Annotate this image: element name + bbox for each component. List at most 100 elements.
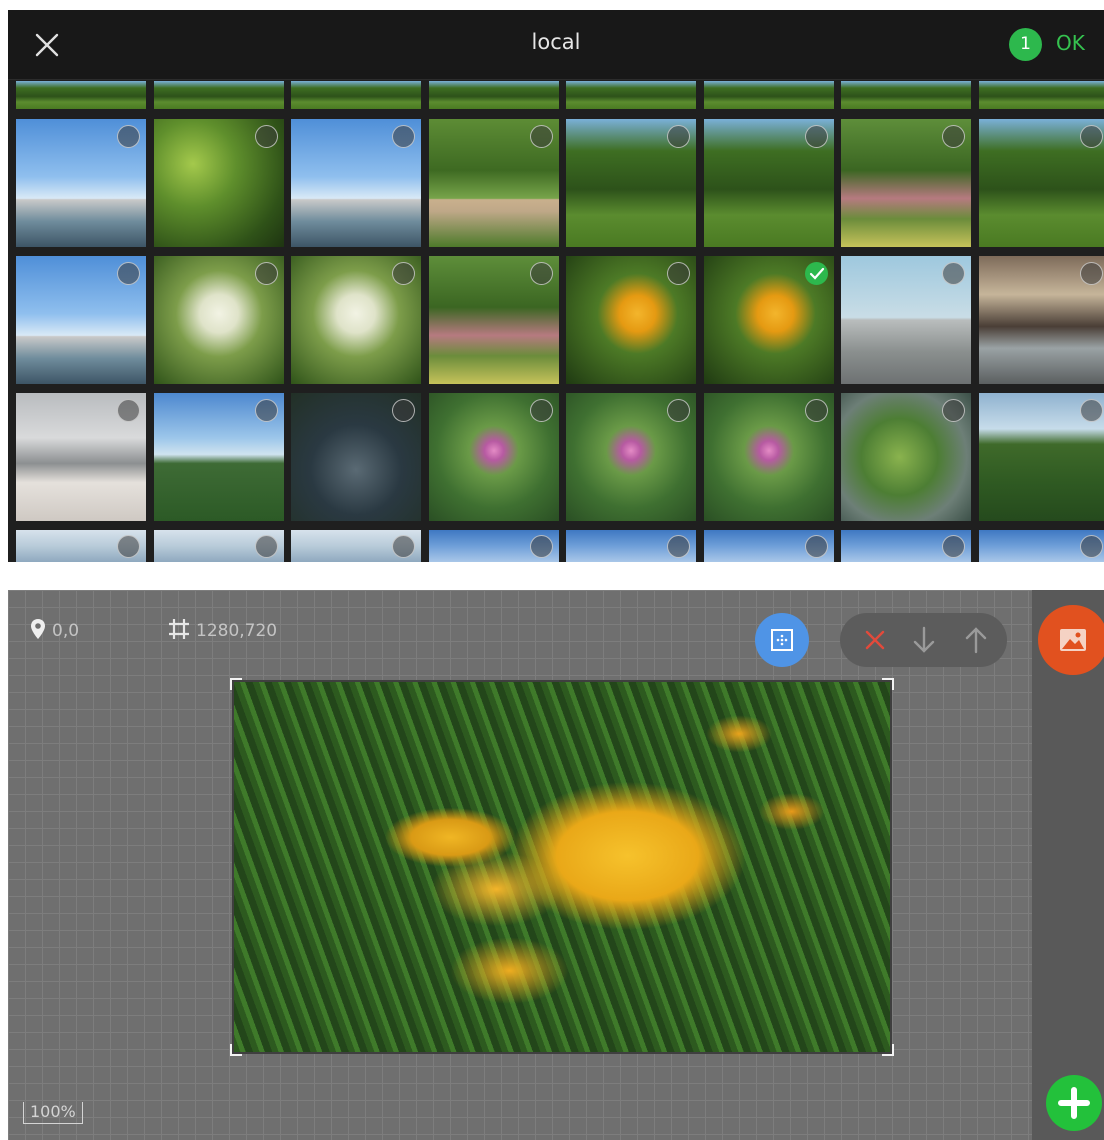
photo-thumbnail[interactable]	[428, 119, 559, 247]
move-down-icon	[913, 626, 935, 653]
add-icon	[1058, 1087, 1090, 1119]
resize-handle-bottom-right[interactable]	[882, 1044, 894, 1056]
select-circle[interactable]	[942, 535, 965, 558]
layer-actions	[840, 613, 1007, 667]
photo-thumbnail[interactable]	[841, 256, 971, 384]
selected-check-icon[interactable]	[804, 262, 828, 285]
move-up-button[interactable]	[959, 623, 993, 657]
photo-thumbnail[interactable]	[841, 119, 971, 247]
photo-thumbnail[interactable]	[428, 393, 559, 521]
select-circle[interactable]	[117, 125, 140, 148]
photo-thumbnail[interactable]	[703, 256, 834, 384]
photo-thumbnail[interactable]	[16, 256, 146, 384]
select-circle[interactable]	[1079, 125, 1103, 148]
photo-thumbnail[interactable]	[16, 119, 146, 247]
select-circle[interactable]	[804, 535, 828, 558]
select-circle[interactable]	[804, 125, 828, 148]
select-circle[interactable]	[529, 125, 553, 148]
delete-button[interactable]	[858, 623, 892, 657]
photo-thumbnail[interactable]	[566, 256, 696, 384]
photo-thumbnail[interactable]	[153, 530, 284, 562]
crop-icon	[169, 619, 189, 639]
photo-thumbnail[interactable]	[428, 530, 559, 562]
location-pin-icon	[31, 619, 45, 639]
select-circle[interactable]	[254, 399, 278, 422]
resize-handle-top-right[interactable]	[882, 678, 894, 690]
select-circle[interactable]	[1079, 535, 1103, 558]
select-circle[interactable]	[254, 125, 278, 148]
select-circle[interactable]	[529, 535, 553, 558]
resize-handle-top-left[interactable]	[230, 678, 242, 690]
photo-thumbnail[interactable]	[153, 256, 284, 384]
photo-thumbnail-partial[interactable]	[428, 81, 559, 109]
select-circle[interactable]	[254, 262, 278, 285]
size-readout: 1280,720	[168, 618, 277, 641]
ok-button[interactable]: OK	[1056, 31, 1085, 55]
select-circle[interactable]	[392, 125, 415, 148]
select-circle[interactable]	[804, 399, 828, 422]
photo-thumbnail[interactable]	[841, 530, 971, 562]
photo-thumbnail[interactable]	[566, 119, 696, 247]
photo-thumbnail[interactable]	[978, 256, 1104, 384]
size-value: 1280,720	[196, 621, 278, 641]
select-circle[interactable]	[942, 125, 965, 148]
photo-thumbnail[interactable]	[153, 119, 284, 247]
canvas-editor: 0,0 1280,720 100%	[8, 590, 1104, 1140]
frame-button[interactable]	[755, 613, 809, 667]
photo-thumbnail[interactable]	[841, 393, 971, 521]
photo-thumbnail-partial[interactable]	[566, 81, 696, 109]
select-circle[interactable]	[1079, 262, 1103, 285]
select-circle[interactable]	[667, 125, 690, 148]
select-circle[interactable]	[392, 535, 415, 558]
photo-thumbnail[interactable]	[566, 393, 696, 521]
select-circle[interactable]	[667, 535, 690, 558]
select-circle[interactable]	[942, 262, 965, 285]
photo-thumbnail-partial[interactable]	[16, 81, 146, 109]
add-button[interactable]	[1046, 1075, 1102, 1131]
image-icon	[1060, 629, 1086, 651]
photo-thumbnail[interactable]	[16, 530, 146, 562]
photo-thumbnail-partial[interactable]	[978, 81, 1104, 109]
select-circle[interactable]	[529, 399, 553, 422]
select-circle[interactable]	[529, 262, 553, 285]
photo-thumbnail[interactable]	[703, 393, 834, 521]
selected-count-badge: 1	[1009, 28, 1042, 61]
photo-thumbnail[interactable]	[703, 119, 834, 247]
frame-icon	[771, 629, 793, 651]
photo-thumbnail[interactable]	[703, 530, 834, 562]
photo-thumbnail[interactable]	[978, 119, 1104, 247]
move-up-icon	[965, 627, 987, 654]
select-circle[interactable]	[667, 262, 690, 285]
photo-thumbnail[interactable]	[978, 393, 1104, 521]
photo-thumbnail[interactable]	[291, 393, 421, 521]
select-circle[interactable]	[1079, 399, 1103, 422]
select-circle[interactable]	[667, 399, 690, 422]
photo-thumbnail[interactable]	[291, 530, 421, 562]
select-circle[interactable]	[254, 535, 278, 558]
zoom-level[interactable]: 100%	[23, 1102, 83, 1124]
photo-thumbnail-partial[interactable]	[841, 81, 971, 109]
select-circle[interactable]	[117, 399, 140, 422]
select-circle[interactable]	[392, 262, 415, 285]
photo-thumbnail[interactable]	[978, 530, 1104, 562]
delete-icon	[865, 630, 885, 650]
select-circle[interactable]	[117, 535, 140, 558]
photo-picker: local 1 OK	[8, 10, 1104, 562]
photo-thumbnail[interactable]	[16, 393, 146, 521]
select-circle[interactable]	[117, 262, 140, 285]
photo-thumbnail[interactable]	[153, 393, 284, 521]
photo-thumbnail[interactable]	[291, 256, 421, 384]
select-circle[interactable]	[392, 399, 415, 422]
position-value: 0,0	[52, 621, 80, 641]
photo-thumbnail[interactable]	[566, 530, 696, 562]
photo-thumbnail-partial[interactable]	[291, 81, 421, 109]
photo-thumbnail-partial[interactable]	[153, 81, 284, 109]
add-image-button[interactable]	[1038, 605, 1104, 675]
resize-handle-bottom-left[interactable]	[230, 1044, 242, 1056]
photo-thumbnail[interactable]	[291, 119, 421, 247]
photo-thumbnail[interactable]	[428, 256, 559, 384]
canvas-image[interactable]	[232, 680, 892, 1054]
move-down-button[interactable]	[907, 623, 941, 657]
select-circle[interactable]	[942, 399, 965, 422]
photo-thumbnail-partial[interactable]	[703, 81, 834, 109]
